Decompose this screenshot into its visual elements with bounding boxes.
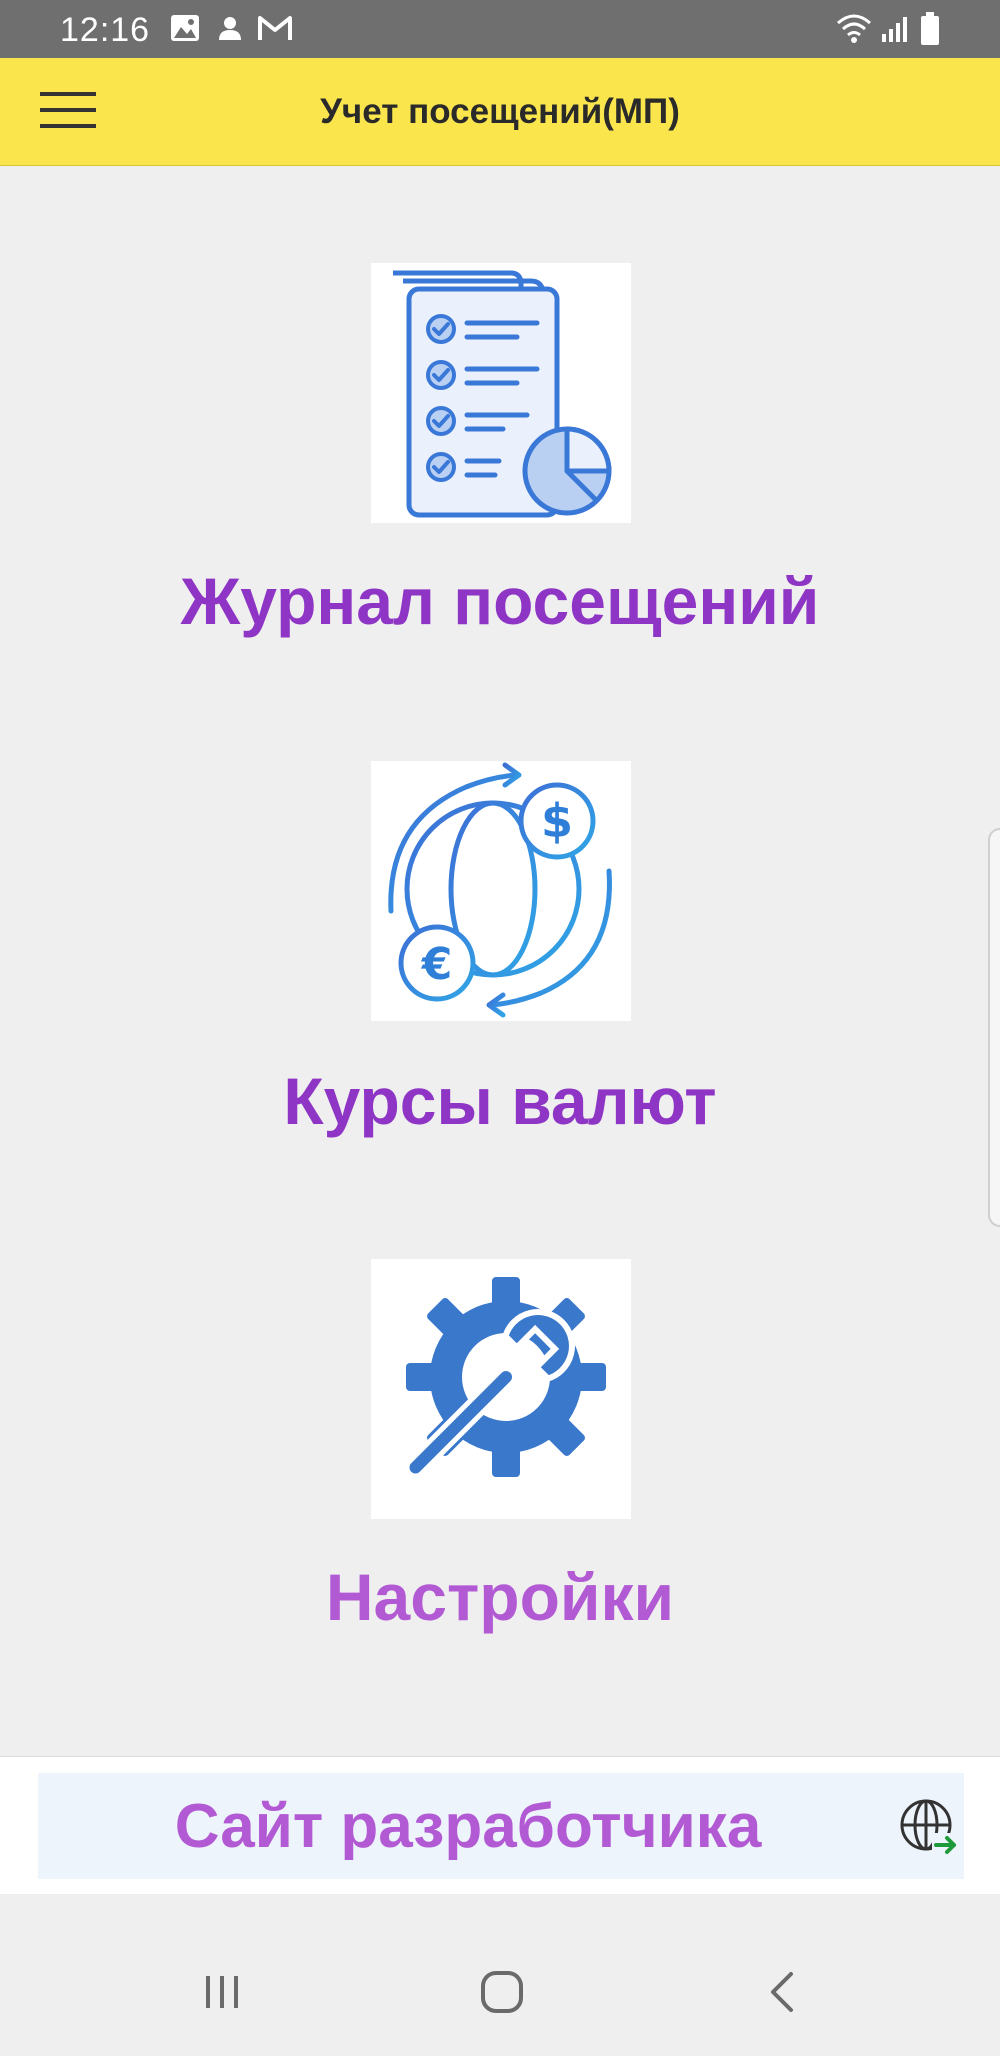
menu-item-label: Настройки <box>325 1560 675 1634</box>
menu-item-label: Журнал посещений <box>180 564 820 638</box>
status-time: 12:16 <box>60 11 151 49</box>
gmail-icon <box>258 14 292 47</box>
menu-item-currency-rates[interactable]: $ € Курсы валют <box>0 761 1000 1141</box>
menu-item-label: Курсы валют <box>283 1064 717 1138</box>
developer-site-label: Сайт разработчика <box>174 1792 762 1861</box>
svg-text:€: € <box>421 939 453 990</box>
image-icon <box>170 14 200 47</box>
app-title: Учет посещений(МП) <box>320 92 680 131</box>
menu-item-settings[interactable]: Настройки <box>0 1259 1000 1639</box>
home-button[interactable] <box>452 1944 552 2044</box>
developer-site-button[interactable]: Сайт разработчика <box>38 1773 964 1879</box>
screen: 12:16 Учет посещений(МП) Журнал посещени… <box>0 0 1000 2056</box>
globe-link-icon <box>898 1797 960 1864</box>
recent-apps-button[interactable] <box>172 1944 272 2044</box>
app-bar: Учет посещений(МП) <box>0 58 1000 166</box>
recent-apps-icon <box>202 1974 242 2015</box>
currency-exchange-globe-icon: $ € <box>371 761 631 1021</box>
navigation-bar <box>0 1894 1000 2056</box>
svg-text:$: $ <box>541 794 573 848</box>
wifi-icon <box>836 12 872 49</box>
home-icon <box>480 1970 524 2019</box>
footer-panel: Сайт разработчика <box>0 1756 1000 1896</box>
battery-icon <box>920 12 940 51</box>
status-bar: 12:16 <box>0 0 1000 58</box>
edge-panel-handle[interactable] <box>988 828 1000 1227</box>
person-icon <box>216 14 244 47</box>
checklist-report-icon <box>371 263 631 523</box>
menu-item-visit-journal[interactable]: Журнал посещений <box>0 263 1000 643</box>
back-button[interactable] <box>732 1944 832 2044</box>
gear-wrench-icon <box>371 1259 631 1519</box>
signal-icon <box>880 14 910 49</box>
back-icon <box>767 1970 797 2019</box>
